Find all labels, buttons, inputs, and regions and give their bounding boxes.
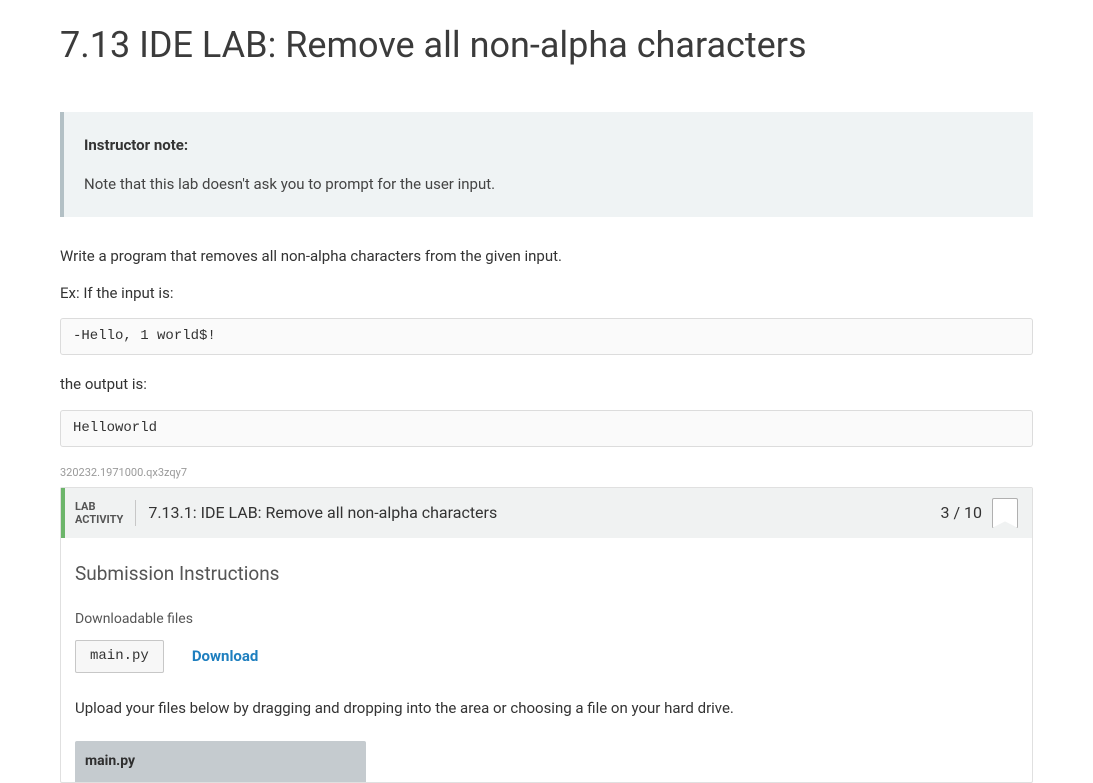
lab-tag-line1: LAB — [75, 500, 123, 513]
lab-activity-title: 7.13.1: IDE LAB: Remove all non-alpha ch… — [136, 501, 940, 525]
bookmark-icon[interactable] — [992, 498, 1018, 528]
upload-tab-mainpy[interactable]: main.py — [75, 741, 366, 782]
instruction-line-1: Write a program that removes all non-alp… — [60, 245, 1033, 268]
instructor-note-heading: Instructor note: — [84, 134, 1013, 157]
lab-body: Submission Instructions Downloadable fil… — [61, 538, 1032, 782]
page-title: 7.13 IDE LAB: Remove all non-alpha chara… — [60, 18, 1033, 72]
instructor-note-body: Note that this lab doesn't ask you to pr… — [84, 173, 1013, 196]
lab-tag-line2: ACTIVITY — [75, 513, 123, 526]
download-row: main.py Download — [75, 640, 1018, 673]
download-link[interactable]: Download — [192, 645, 259, 668]
example-input-code: -Hello, 1 world$! — [60, 318, 1033, 355]
reference-id: 320232.1971000.qx3zqy7 — [60, 465, 1033, 482]
instruction-line-2: Ex: If the input is: — [60, 282, 1033, 305]
lab-activity-tag: LAB ACTIVITY — [75, 500, 136, 526]
lab-activity-header: LAB ACTIVITY 7.13.1: IDE LAB: Remove all… — [61, 488, 1032, 538]
example-output-code: Helloworld — [60, 410, 1033, 447]
lab-activity-card: LAB ACTIVITY 7.13.1: IDE LAB: Remove all… — [60, 487, 1033, 783]
instruction-line-3: the output is: — [60, 373, 1033, 396]
lab-activity-score: 3 / 10 — [940, 501, 982, 525]
file-chip: main.py — [75, 640, 164, 673]
submission-heading: Submission Instructions — [75, 560, 1018, 589]
instructor-note-box: Instructor note: Note that this lab does… — [60, 112, 1033, 217]
upload-instructions: Upload your files below by dragging and … — [75, 697, 1018, 720]
downloadable-files-label: Downloadable files — [75, 609, 1018, 630]
